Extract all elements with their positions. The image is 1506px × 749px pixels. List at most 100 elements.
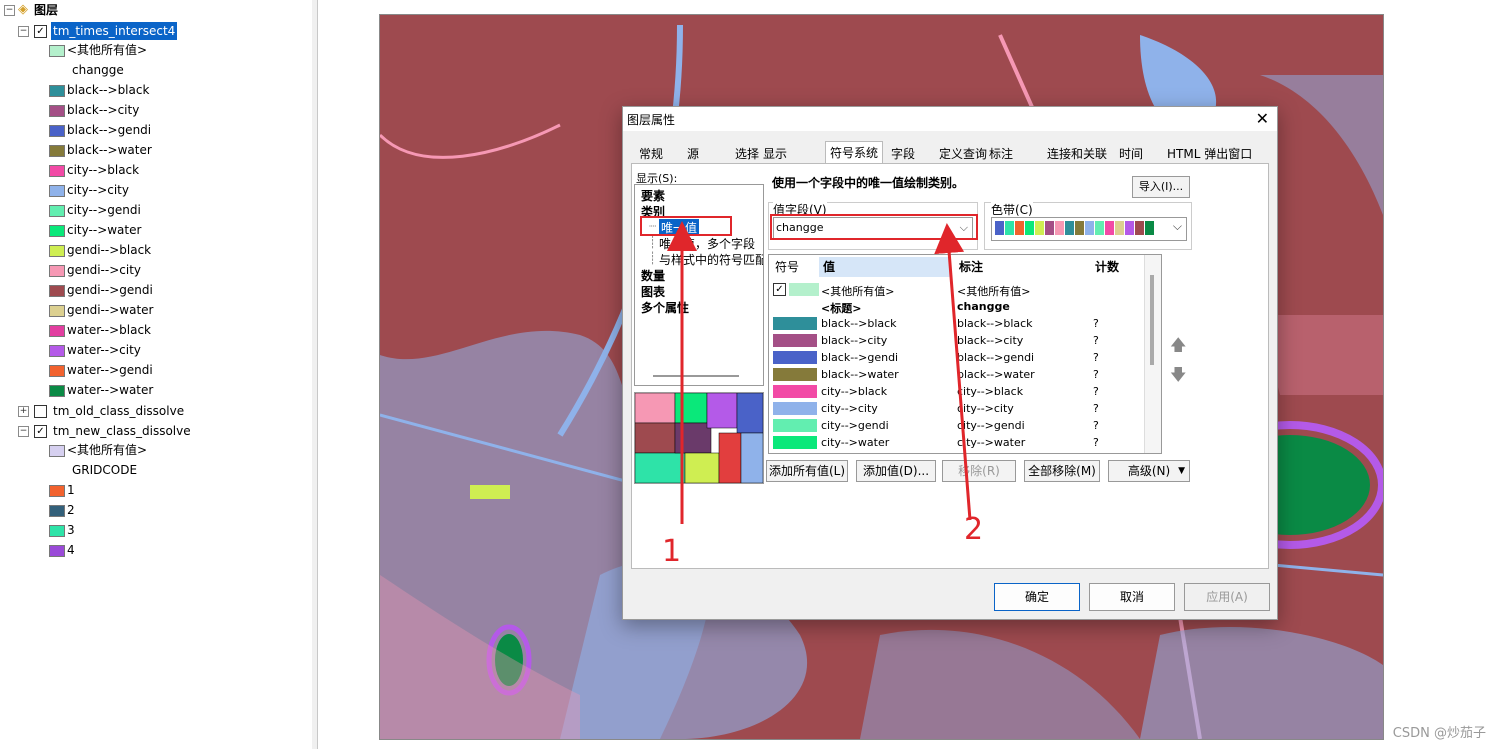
column-header-count[interactable]: 计数 (1095, 257, 1119, 277)
ramp-swatch (1035, 221, 1044, 235)
ramp-swatch (1075, 221, 1084, 235)
toc-root-label: 图层 (34, 3, 59, 17)
tree-item-features[interactable]: 要素 (641, 187, 665, 204)
toc-splitter[interactable] (312, 0, 318, 749)
tab-8[interactable]: 连接和关联 (1043, 145, 1111, 163)
expand-icon[interactable]: + (18, 406, 29, 417)
tab-4[interactable]: 符号系统 (825, 141, 884, 164)
color-ramp-select[interactable]: ⌵ (991, 217, 1187, 241)
tab-10[interactable]: HTML 弹出窗口 (1163, 145, 1256, 163)
legend-swatch[interactable] (49, 325, 65, 337)
grid-scrollbar-thumb[interactable] (1150, 275, 1154, 365)
ramp-swatch (1065, 221, 1074, 235)
legend-field-name: GRIDCODE (72, 463, 138, 477)
layers-icon: ◈ (18, 2, 28, 17)
legend-swatch[interactable] (49, 145, 65, 157)
symbol-swatch[interactable] (773, 385, 817, 398)
layer-tm-times-intersect4[interactable]: − ✓ tm_times_intersect4 (0, 22, 310, 40)
renderer-description: 使用一个字段中的唯一值绘制类别。 (772, 176, 965, 190)
legend-swatch[interactable] (49, 265, 65, 277)
legend-swatch[interactable] (49, 245, 65, 257)
legend-swatch[interactable] (49, 345, 65, 357)
legend-swatch[interactable] (49, 205, 65, 217)
symbol-swatch[interactable] (773, 368, 817, 381)
apply-button[interactable]: 应用(A) (1184, 583, 1270, 611)
ramp-swatch (1025, 221, 1034, 235)
legend-swatch[interactable] (49, 125, 65, 137)
legend-swatch[interactable] (49, 285, 65, 297)
collapse-icon[interactable]: − (18, 426, 29, 437)
layer-name[interactable]: tm_old_class_dissolve (53, 402, 184, 420)
layer-properties-dialog: 图层属性 ✕ 常规源选择 显示 符号系统 字段 定义查询 标注 连接和关联 时间 HTML 弹出… (622, 106, 1278, 620)
other-values-checkbox[interactable]: ✓ (773, 283, 786, 296)
symbol-swatch[interactable] (773, 317, 817, 330)
symbol-swatch[interactable] (773, 436, 817, 449)
legend-swatch[interactable] (49, 305, 65, 317)
tab-6[interactable]: 定义查询 (935, 145, 991, 163)
symbol-swatch[interactable] (773, 334, 817, 347)
legend-swatch[interactable] (49, 365, 65, 377)
collapse-icon[interactable]: − (4, 5, 15, 16)
legend-label: gendi-->water (67, 303, 154, 317)
symbol-swatch[interactable] (773, 402, 817, 415)
legend-swatch[interactable] (49, 545, 65, 557)
values-grid[interactable]: 符号 值 标注 计数 ✓ <其他所有值> <其他所有值> <标题> changge bla… (768, 254, 1162, 454)
legend-swatch[interactable] (49, 185, 65, 197)
tab-7[interactable]: 标注 (985, 145, 1017, 163)
tree-scrollbar[interactable] (653, 375, 739, 377)
legend-swatch[interactable] (49, 485, 65, 497)
tree-item-multiple-attributes[interactable]: 多个属性 (641, 299, 689, 316)
tab-5[interactable]: 字段 (887, 145, 919, 163)
legend-swatch[interactable] (49, 165, 65, 177)
close-icon[interactable]: ✕ (1256, 109, 1269, 128)
tree-item-unique-values-multi[interactable]: 唯一值，多个字段 (659, 235, 755, 252)
tab-0[interactable]: 常规 (635, 145, 667, 163)
add-values-button[interactable]: 添加值(D)... (856, 460, 936, 482)
legend-swatch[interactable] (49, 505, 65, 517)
legend-label: gendi-->black (67, 243, 152, 257)
layer-name[interactable]: tm_new_class_dissolve (53, 422, 191, 440)
layer-visibility-checkbox[interactable] (34, 405, 47, 418)
column-header-value[interactable]: 值 (823, 257, 835, 277)
symbol-swatch[interactable] (773, 351, 817, 364)
legend-swatch[interactable] (49, 525, 65, 537)
remove-button[interactable]: 移除(R) (942, 460, 1016, 482)
column-header-label[interactable]: 标注 (959, 257, 983, 277)
move-down-icon[interactable]: 🡇 (1170, 364, 1186, 384)
ok-button[interactable]: 确定 (994, 583, 1080, 611)
tree-item-charts[interactable]: 图表 (641, 283, 665, 300)
annotation-label-1: 1 (662, 534, 682, 569)
legend-swatch[interactable] (49, 85, 65, 97)
collapse-icon[interactable]: − (18, 26, 29, 37)
tab-3[interactable]: 显示 (759, 145, 791, 163)
symbol-swatch[interactable] (773, 419, 817, 432)
legend-swatch[interactable] (49, 105, 65, 117)
cancel-button[interactable]: 取消 (1089, 583, 1175, 611)
legend-swatch[interactable] (49, 225, 65, 237)
chevron-down-icon[interactable]: ⌵ (1173, 219, 1182, 234)
column-header-symbol[interactable]: 符号 (775, 257, 799, 277)
cell-count: ? (1093, 334, 1099, 347)
cell-label: city-->water (957, 436, 1026, 449)
tree-item-match-style[interactable]: 与样式中的符号匹配 (659, 251, 763, 268)
move-up-icon[interactable]: 🡅 (1170, 334, 1186, 354)
layer-visibility-checkbox[interactable]: ✓ (34, 25, 47, 38)
grid-scrollbar[interactable] (1144, 255, 1161, 453)
layer-name[interactable]: tm_times_intersect4 (51, 22, 178, 40)
remove-all-button[interactable]: 全部移除(M) (1024, 460, 1100, 482)
legend-swatch[interactable] (49, 445, 65, 457)
legend-swatch[interactable] (49, 385, 65, 397)
layer-visibility-checkbox[interactable]: ✓ (34, 425, 47, 438)
add-all-values-button[interactable]: 添加所有值(L) (766, 460, 848, 482)
legend-swatch[interactable] (49, 45, 65, 57)
tab-1[interactable]: 源 (683, 145, 703, 163)
tab-9[interactable]: 时间 (1115, 145, 1147, 163)
symbol-swatch[interactable] (789, 283, 819, 296)
cell-label: black-->city (957, 334, 1024, 347)
cell-value: black-->water (821, 368, 899, 381)
advanced-button[interactable]: 高级(N) ▼ (1108, 460, 1190, 482)
dialog-title-bar[interactable]: 图层属性 ✕ (623, 107, 1277, 131)
import-button[interactable]: 导入(I)... (1132, 176, 1190, 198)
tree-item-quantities[interactable]: 数量 (641, 267, 665, 284)
renderer-tree[interactable]: 要素 类别 ┈ 唯一值 ┊ 唯一值，多个字段 ┊ 与样式中的符号匹配 数量 图表… (634, 184, 764, 386)
